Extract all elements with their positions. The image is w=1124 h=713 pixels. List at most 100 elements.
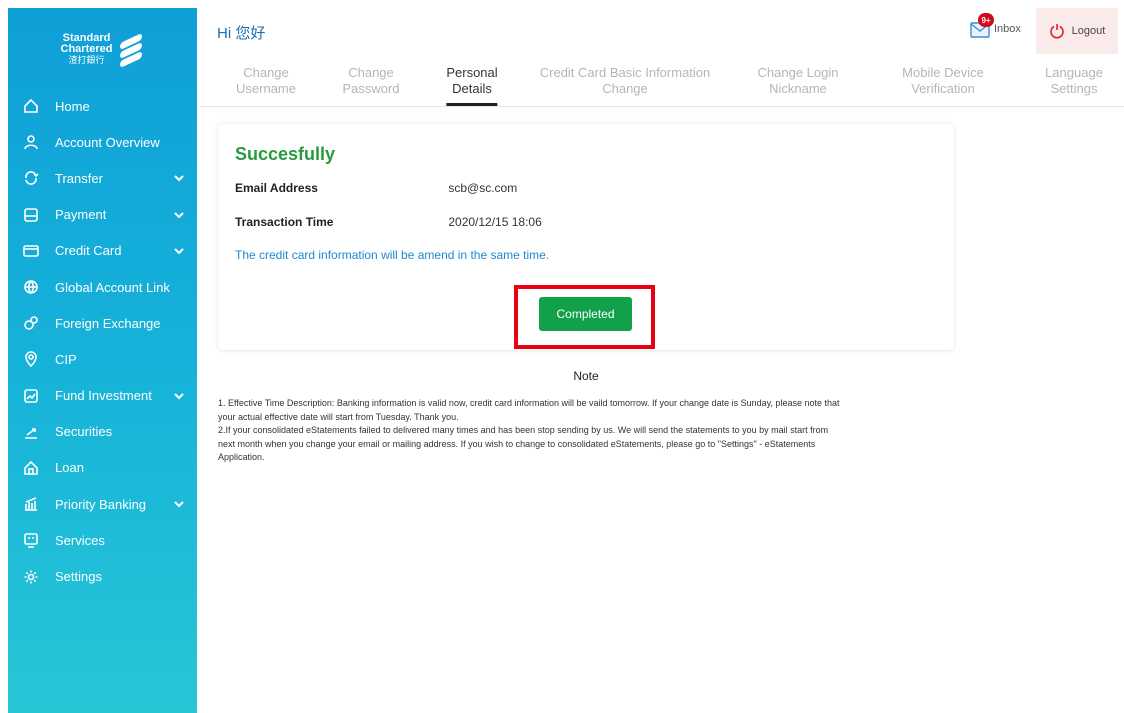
transaction-time-value: 2020/12/15 18:06 (448, 215, 542, 229)
tab-label-line: Personal (446, 65, 498, 80)
email-value: scb@sc.com (448, 181, 518, 195)
envelope-icon: 9+ (970, 13, 994, 38)
logo-text: Standard Chartered 渣打銀行 (60, 31, 113, 66)
sidebar-item-label: CIP (55, 351, 77, 367)
tab-label-line: Username (236, 81, 296, 96)
success-title: Succesfully (235, 144, 336, 164)
chevron-down-icon[interactable] (173, 390, 185, 402)
note-line: your actual effective date will start fr… (218, 411, 459, 422)
logo-line-2: Chartered (60, 42, 113, 55)
tab-credit-card-basic-information[interactable]: Credit Card Basic Information Change (540, 65, 711, 97)
email-row: Email Address scb@sc.com (235, 181, 517, 195)
tab-label-line: Change (602, 81, 648, 96)
sidebar-item-label: Home (55, 98, 90, 114)
priority-banking-icon (22, 495, 40, 513)
sidebar-item-cip[interactable]: CIP (8, 341, 197, 377)
note-line: Application. (218, 452, 265, 462)
sidebar-item-settings[interactable]: Settings (8, 558, 197, 594)
sidebar-item-credit-card[interactable]: Credit Card (8, 233, 197, 269)
inbox-button[interactable]: 9+ Inbox (970, 13, 1021, 38)
sidebar-item-global-account-link[interactable]: Global Account Link (8, 269, 197, 305)
credit-card-icon (22, 242, 40, 260)
chevron-down-icon[interactable] (173, 172, 185, 184)
email-label: Email Address (235, 181, 318, 195)
sidebar-item-services[interactable]: Services (8, 522, 197, 558)
sidebar-item-label: Foreign Exchange (55, 315, 161, 331)
sidebar-item-home[interactable]: Home (8, 88, 197, 124)
sidebar-item-account-overview[interactable]: Account Overview (8, 124, 197, 160)
sidebar-item-label: Services (55, 532, 105, 548)
result-card: Succesfully Email Address scb@sc.com Tra… (218, 124, 954, 350)
tab-label-line: Details (452, 81, 492, 96)
tab-label-line: Change (243, 65, 289, 80)
settings-tabs: Change Username Change Password Personal… (200, 65, 1124, 107)
logo-line-3: 渣打銀行 (68, 54, 105, 65)
sidebar-item-loan[interactable]: Loan (8, 450, 197, 486)
note-line: next month when you change your email or… (218, 438, 816, 449)
sidebar-item-label: Transfer (55, 170, 103, 186)
fund-icon (22, 387, 40, 405)
tab-label-line: Password (342, 81, 400, 96)
tab-label-line: Verification (911, 81, 975, 96)
chevron-down-icon[interactable] (173, 245, 185, 257)
person-icon (22, 133, 40, 151)
exchange-icon (22, 314, 40, 332)
cip-icon (22, 350, 40, 368)
logout-button[interactable]: Logout (1036, 8, 1118, 54)
sidebar-item-label: Account Overview (55, 134, 160, 150)
completed-button[interactable]: Completed (539, 297, 632, 331)
tab-mobile-device-verification[interactable]: Mobile Device Verification (902, 65, 984, 97)
payment-icon (22, 206, 40, 224)
note-body: 1. Effective Time Description: Banking i… (218, 397, 978, 465)
sidebar-item-priority-banking[interactable]: Priority Banking (8, 486, 197, 522)
sidebar-item-label: Payment (55, 207, 107, 223)
tab-personal-details[interactable]: Personal Details (446, 65, 498, 106)
sidebar-nav: Home Account Overview Transfer Payment C… (8, 88, 197, 595)
tab-label-line: Change (348, 65, 394, 80)
tab-label-line: Nickname (769, 81, 827, 96)
tab-language-settings[interactable]: Language Settings (1045, 65, 1103, 97)
note-line: 1. Effective Time Description: Banking i… (218, 398, 840, 408)
logout-label: Logout (1071, 25, 1106, 37)
chevron-down-icon[interactable] (173, 498, 185, 510)
sidebar-item-label: Global Account Link (55, 279, 170, 295)
sidebar-item-transfer[interactable]: Transfer (8, 160, 197, 196)
securities-icon (22, 423, 40, 441)
sidebar: Standard Chartered 渣打銀行 Home Account Ove… (8, 8, 197, 713)
tab-label-line: Change Login (757, 65, 839, 80)
transfer-icon (22, 169, 40, 187)
sidebar-item-label: Loan (55, 460, 84, 476)
greeting: Hi 您好 (217, 25, 266, 42)
inbox-badge: 9+ (978, 13, 994, 27)
logo-line-1: Standard (62, 31, 111, 44)
sidebar-item-fund-investment[interactable]: Fund Investment (8, 378, 197, 414)
tab-label-line: Mobile Device (902, 65, 984, 80)
tab-change-password[interactable]: Change Password (342, 65, 399, 97)
logo: Standard Chartered 渣打銀行 (8, 8, 197, 88)
gear-icon (22, 568, 40, 586)
globe-icon (22, 278, 40, 296)
sidebar-item-foreign-exchange[interactable]: Foreign Exchange (8, 305, 197, 341)
tab-label-line: Settings (1050, 81, 1098, 96)
sidebar-item-payment[interactable]: Payment (8, 197, 197, 233)
services-icon (22, 531, 40, 549)
chevron-down-icon[interactable] (173, 209, 185, 221)
sidebar-item-label: Settings (55, 569, 102, 585)
tab-change-login-nickname[interactable]: Change Login Nickname (758, 65, 839, 97)
tab-label-line: Language (1045, 65, 1103, 80)
transaction-time-row: Transaction Time 2020/12/15 18:06 (235, 215, 542, 229)
sidebar-item-securities[interactable]: Securities (8, 414, 197, 450)
loan-icon (22, 459, 40, 477)
sidebar-item-label: Fund Investment (55, 388, 152, 404)
logo-mark-icon (118, 32, 144, 69)
transaction-time-label: Transaction Time (235, 215, 334, 229)
note-title: Note (573, 369, 599, 383)
credit-card-info-message: The credit card information will be amen… (235, 248, 550, 262)
tab-change-username[interactable]: Change Username (236, 65, 296, 97)
sidebar-item-label: Credit Card (55, 243, 122, 259)
sidebar-item-label: Securities (55, 424, 113, 440)
sidebar-item-label: Priority Banking (55, 496, 147, 512)
power-icon (1049, 24, 1064, 39)
note-line: 2.If your consolidated eStatements faile… (218, 425, 829, 435)
inbox-label: Inbox (994, 23, 1021, 35)
